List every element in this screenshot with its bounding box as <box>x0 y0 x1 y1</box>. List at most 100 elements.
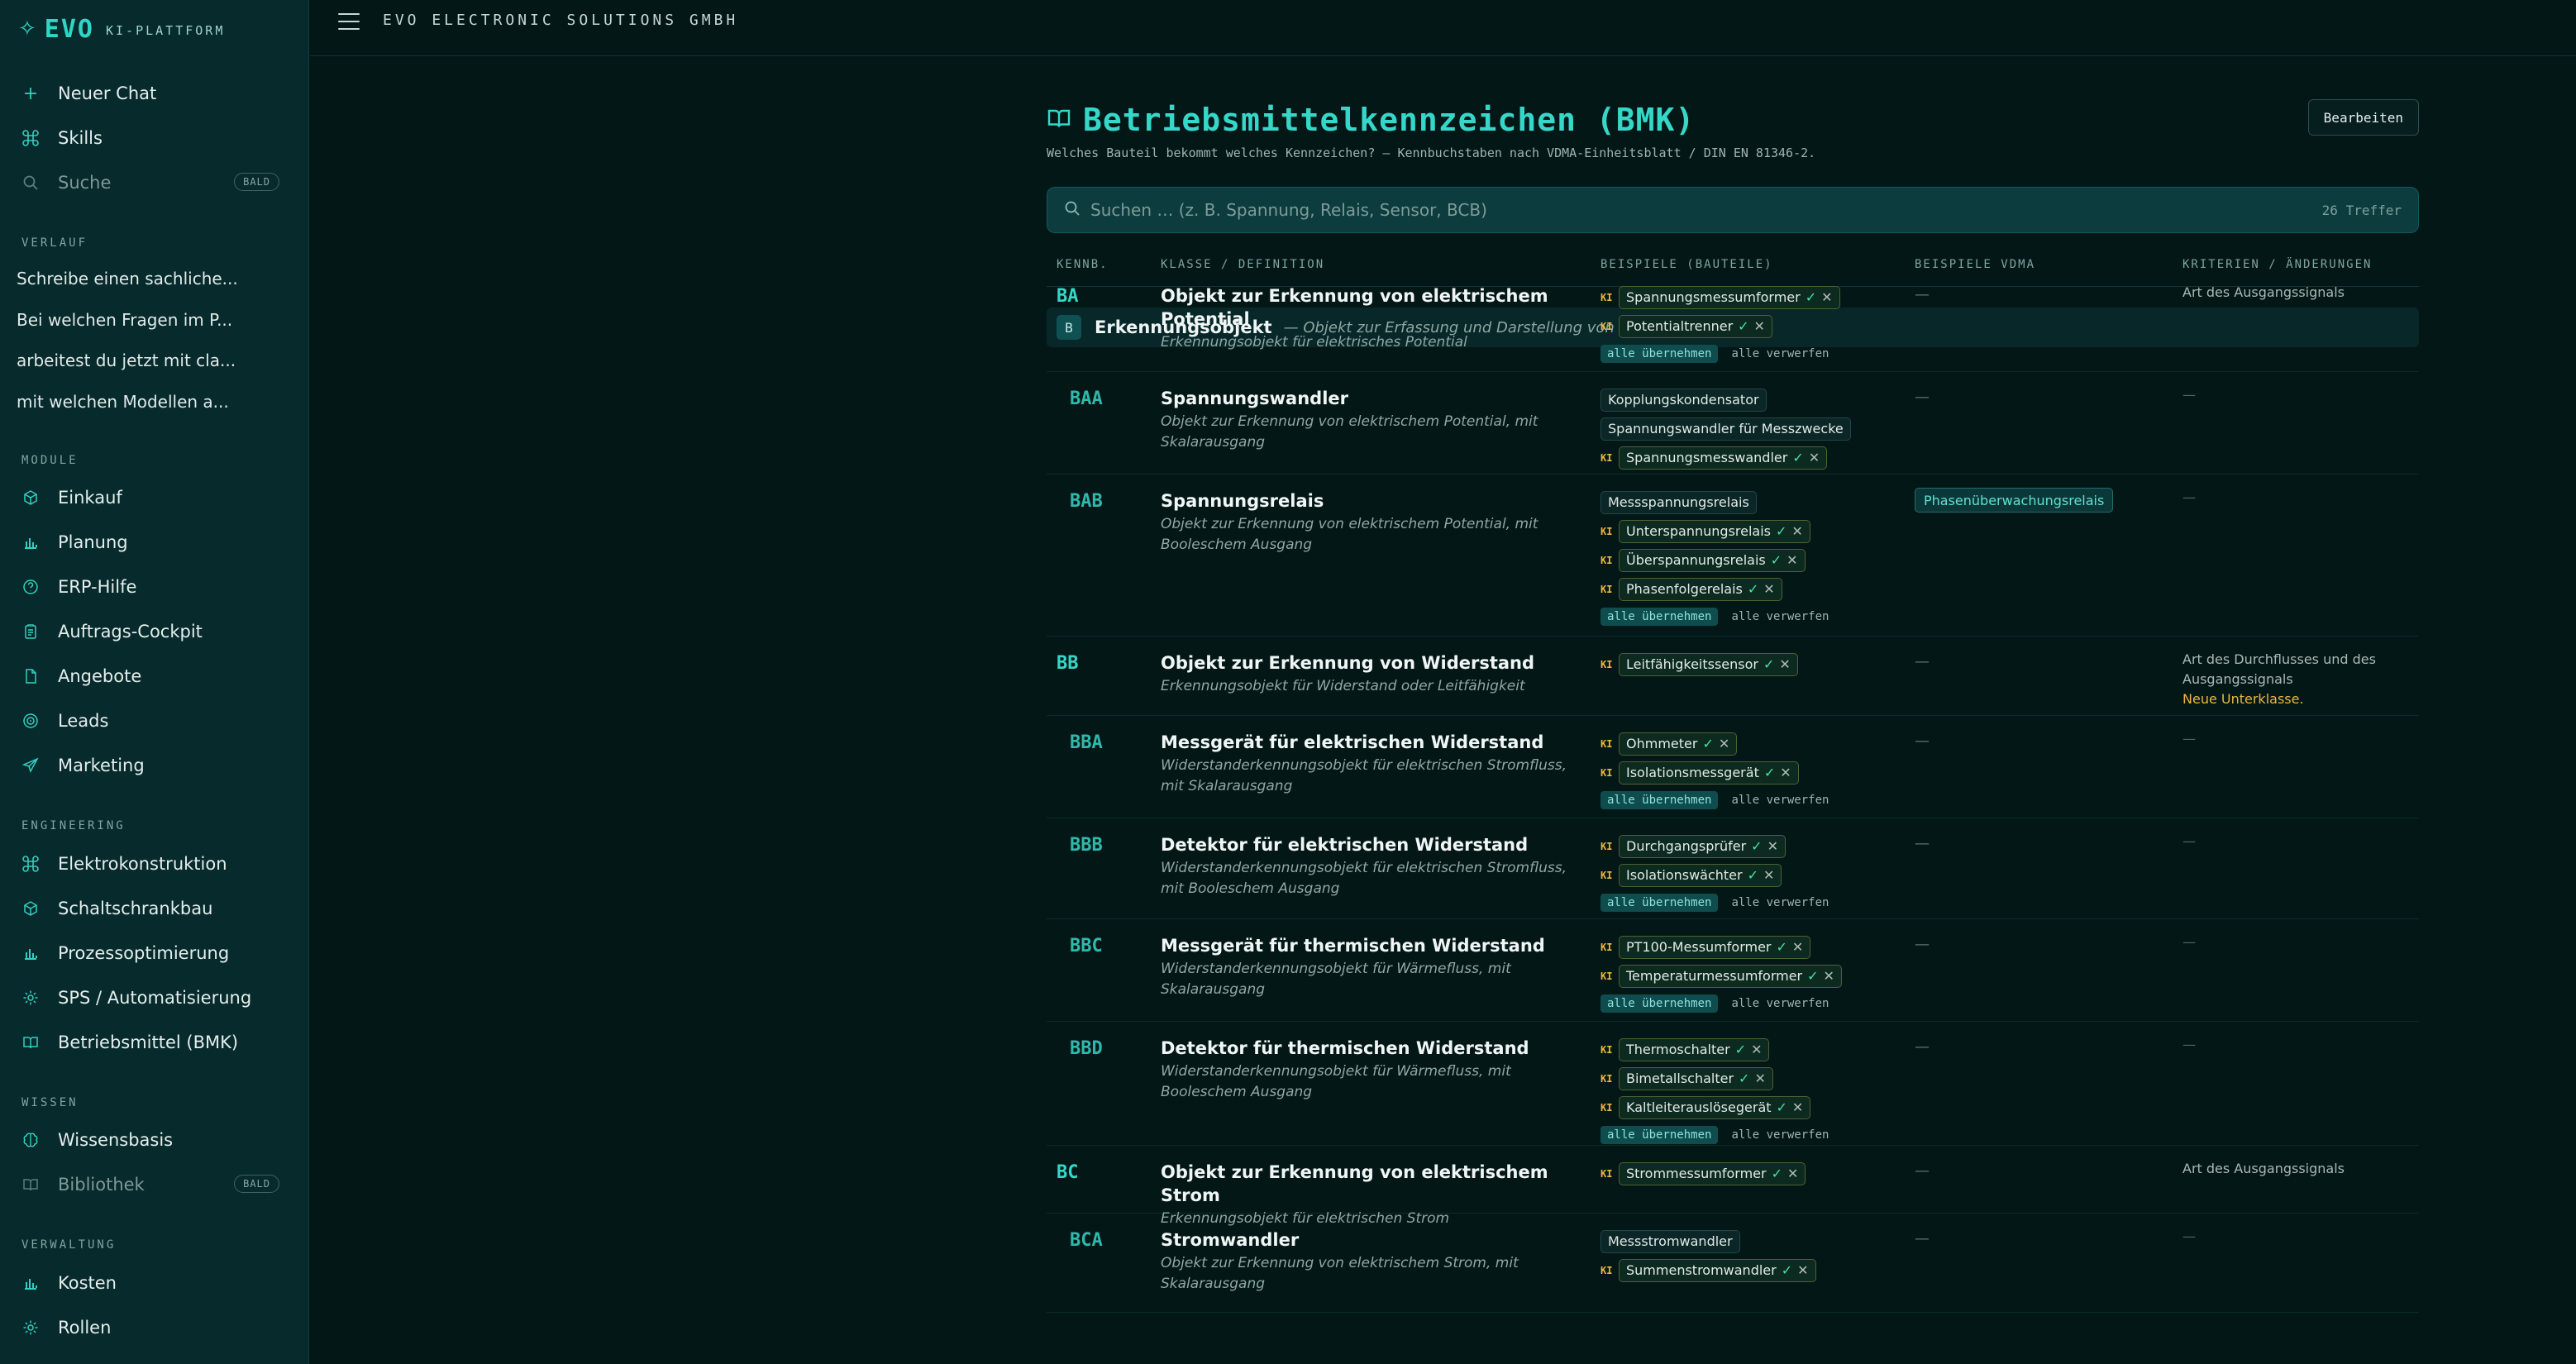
close-icon[interactable]: ✕ <box>1824 968 1834 984</box>
suggested-example-tag[interactable]: Ohmmeter ✓ ✕ <box>1619 732 1738 756</box>
close-icon[interactable]: ✕ <box>1754 318 1765 334</box>
sidebar-item-erp-hilfe[interactable]: ERP-Hilfe <box>20 570 289 603</box>
check-icon[interactable]: ✓ <box>1807 968 1818 984</box>
sidebar-item-elektrokonstruktion[interactable]: Elektrokonstruktion <box>20 847 289 880</box>
check-icon[interactable]: ✓ <box>1776 523 1787 539</box>
reject-all-button[interactable]: alle verwerfen <box>1731 997 1829 1010</box>
sidebar-item-sps-automatisierung[interactable]: SPS / Automatisierung <box>20 981 289 1014</box>
reject-all-button[interactable]: alle verwerfen <box>1731 1128 1829 1142</box>
reject-all-button[interactable]: alle verwerfen <box>1731 610 1829 623</box>
example-tag[interactable]: Spannungswandler für Messzwecke <box>1600 417 1851 441</box>
table-row[interactable]: BC Objekt zur Erkennung von elektrischem … <box>1047 1146 2419 1227</box>
suggested-example-tag[interactable]: Isolationsmessgerät ✓ ✕ <box>1619 761 1799 785</box>
close-icon[interactable]: ✕ <box>1763 867 1774 883</box>
accept-all-button[interactable]: alle übernehmen <box>1600 994 1719 1013</box>
close-icon[interactable]: ✕ <box>1792 1099 1803 1115</box>
sidebar-item-kosten[interactable]: Kosten <box>20 1266 289 1300</box>
table-row[interactable]: BBB Detektor für elektrischen Widerstand W… <box>1047 818 2419 919</box>
sidebar-item-leads[interactable]: Leads <box>20 704 289 737</box>
suggested-example-tag[interactable]: Durchgangsprüfer ✓ ✕ <box>1619 834 1786 858</box>
suggested-example-tag[interactable]: Temperaturmessumformer ✓ ✕ <box>1619 964 1842 988</box>
sidebar-item-planung[interactable]: Planung <box>20 526 289 559</box>
suggested-example-tag[interactable]: PT100-Messumformer ✓ ✕ <box>1619 935 1811 959</box>
search-input[interactable] <box>1090 200 2322 220</box>
table-row[interactable]: BB Objekt zur Erkennung von Widerstand Erk… <box>1047 637 2419 716</box>
suggested-example-tag[interactable]: Spannungsmesswandler ✓ ✕ <box>1619 446 1828 470</box>
reject-all-button[interactable]: alle verwerfen <box>1731 896 1829 909</box>
check-icon[interactable]: ✓ <box>1764 765 1775 780</box>
example-tag[interactable]: Messstromwandler <box>1600 1229 1740 1253</box>
close-icon[interactable]: ✕ <box>1779 656 1790 672</box>
close-icon[interactable]: ✕ <box>1751 1042 1762 1057</box>
close-icon[interactable]: ✕ <box>1797 1262 1808 1278</box>
check-icon[interactable]: ✓ <box>1772 1166 1782 1181</box>
check-icon[interactable]: ✓ <box>1792 450 1803 465</box>
sidebar-item-wissensbasis[interactable]: Wissensbasis <box>20 1123 289 1157</box>
suggested-example-tag[interactable]: Potentialtrenner ✓ ✕ <box>1619 314 1772 338</box>
table-row[interactable]: BA Objekt zur Erkennung von elektrischem … <box>1047 269 2419 372</box>
suggested-example-tag[interactable]: Summenstromwandler ✓ ✕ <box>1619 1258 1816 1282</box>
suggested-example-tag[interactable]: Phasenfolgerelais ✓ ✕ <box>1619 577 1782 601</box>
suggested-example-tag[interactable]: Spannungsmessumformer ✓ ✕ <box>1619 285 1840 309</box>
brand-logo[interactable]: ✧ EVO KI-PLATTFORM <box>18 15 225 44</box>
skills-button[interactable]: Skills <box>20 122 289 155</box>
table-row[interactable]: BAA Spannungswandler Objekt zur Erkennung … <box>1047 372 2419 475</box>
search-nav-button[interactable]: Suche BALD <box>20 166 289 199</box>
reject-all-button[interactable]: alle verwerfen <box>1731 794 1829 807</box>
close-icon[interactable]: ✕ <box>1754 1071 1765 1086</box>
check-icon[interactable]: ✓ <box>1739 1071 1749 1086</box>
history-item[interactable]: arbeitest du jetzt mit cla... <box>17 351 281 370</box>
check-icon[interactable]: ✓ <box>1735 1042 1746 1057</box>
check-icon[interactable]: ✓ <box>1702 736 1713 751</box>
vdma-example-tag[interactable]: Phasenüberwachungsrelais <box>1915 488 2114 513</box>
close-icon[interactable]: ✕ <box>1719 736 1729 751</box>
close-icon[interactable]: ✕ <box>1780 765 1791 780</box>
sidebar-item-prozessoptimierung[interactable]: Prozessoptimierung <box>20 937 289 970</box>
suggested-example-tag[interactable]: Leitfähigkeitssensor ✓ ✕ <box>1619 652 1798 676</box>
close-icon[interactable]: ✕ <box>1787 1166 1798 1181</box>
suggested-example-tag[interactable]: Thermoschalter ✓ ✕ <box>1619 1037 1770 1061</box>
close-icon[interactable]: ✕ <box>1767 838 1778 854</box>
sidebar-item-angebote[interactable]: Angebote <box>20 660 289 693</box>
check-icon[interactable]: ✓ <box>1763 656 1774 672</box>
accept-all-button[interactable]: alle übernehmen <box>1600 791 1719 809</box>
close-icon[interactable]: ✕ <box>1787 552 1797 568</box>
suggested-example-tag[interactable]: Strommessumformer ✓ ✕ <box>1619 1161 1806 1185</box>
suggested-example-tag[interactable]: Bimetallschalter ✓ ✕ <box>1619 1066 1773 1090</box>
suggested-example-tag[interactable]: Kaltleiterauslösegerät ✓ ✕ <box>1619 1095 1811 1119</box>
sidebar-item-schaltschrankbau[interactable]: Schaltschrankbau <box>20 892 289 925</box>
table-row[interactable]: BCA Stromwandler Objekt zur Erkennung von … <box>1047 1214 2419 1313</box>
suggested-example-tag[interactable]: Unterspannungsrelais ✓ ✕ <box>1619 519 1810 543</box>
new-chat-button[interactable]: Neuer Chat <box>20 77 289 110</box>
sidebar-item-betriebsmittel[interactable]: Betriebsmittel (BMK) <box>20 1026 289 1059</box>
table-row[interactable]: BBC Messgerät für thermischen Widerstand W… <box>1047 919 2419 1022</box>
close-icon[interactable]: ✕ <box>1809 450 1820 465</box>
history-item[interactable]: Schreibe einen sachliche... <box>17 269 281 289</box>
check-icon[interactable]: ✓ <box>1748 867 1758 883</box>
close-icon[interactable]: ✕ <box>1792 939 1803 955</box>
sidebar-item-marketing[interactable]: Marketing <box>20 749 289 782</box>
history-item[interactable]: Bei welchen Fragen im P... <box>17 310 281 330</box>
sidebar-item-rollen[interactable]: Rollen <box>20 1311 289 1344</box>
check-icon[interactable]: ✓ <box>1806 289 1816 305</box>
example-tag[interactable]: Kopplungskondensator <box>1600 388 1767 412</box>
check-icon[interactable]: ✓ <box>1771 552 1782 568</box>
sidebar-item-bibliothek[interactable]: Bibliothek BALD <box>20 1168 289 1201</box>
accept-all-button[interactable]: alle übernehmen <box>1600 608 1719 626</box>
menu-icon[interactable] <box>338 12 360 31</box>
sidebar-item-auftrags-cockpit[interactable]: Auftrags-Cockpit <box>20 615 289 648</box>
table-row[interactable]: BBD Detektor für thermischen Widerstand Wi… <box>1047 1022 2419 1146</box>
check-icon[interactable]: ✓ <box>1782 1262 1792 1278</box>
accept-all-button[interactable]: alle übernehmen <box>1600 345 1719 363</box>
check-icon[interactable]: ✓ <box>1777 1099 1787 1115</box>
check-icon[interactable]: ✓ <box>1748 581 1758 597</box>
close-icon[interactable]: ✕ <box>1791 523 1802 539</box>
table-row[interactable]: BAB Spannungsrelais Objekt zur Erkennung v… <box>1047 475 2419 637</box>
check-icon[interactable]: ✓ <box>1738 318 1748 334</box>
close-icon[interactable]: ✕ <box>1763 581 1774 597</box>
sidebar-item-einkauf[interactable]: Einkauf <box>20 481 289 514</box>
accept-all-button[interactable]: alle übernehmen <box>1600 1126 1719 1144</box>
edit-button[interactable]: Bearbeiten <box>2307 99 2419 136</box>
reject-all-button[interactable]: alle verwerfen <box>1731 347 1829 360</box>
check-icon[interactable]: ✓ <box>1751 838 1762 854</box>
